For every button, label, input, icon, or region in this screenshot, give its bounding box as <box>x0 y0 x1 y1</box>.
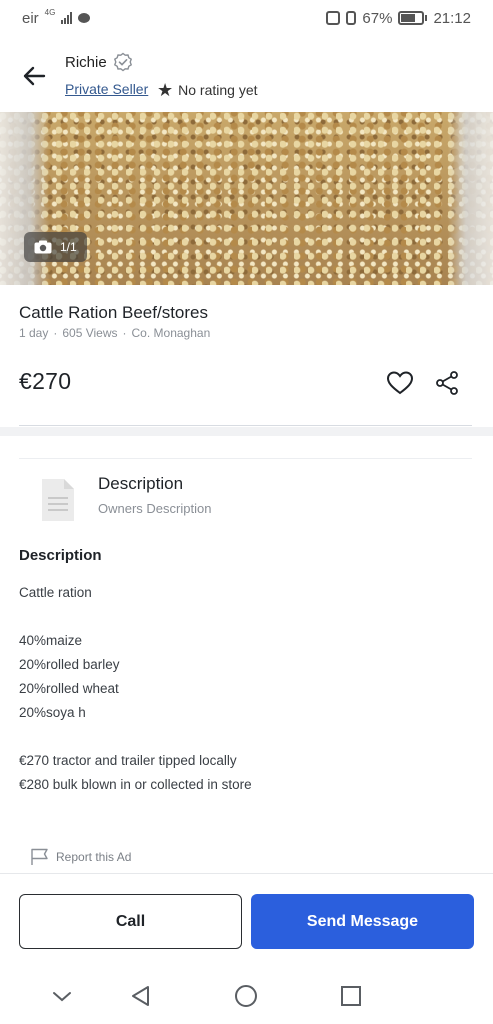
description-line: 40%maize <box>19 633 83 648</box>
description-blank-line <box>19 607 252 631</box>
description-card-subtitle: Owners Description <box>98 501 212 516</box>
seller-name-text: Richie <box>65 53 107 71</box>
rating-text: No rating yet <box>178 82 258 98</box>
flag-icon <box>31 848 48 865</box>
seller-rating: ★ No rating yet <box>157 81 258 99</box>
description-card-title: Description <box>98 474 184 493</box>
seller-type-link[interactable]: Private Seller <box>65 81 148 97</box>
report-ad-link[interactable]: Report this Ad <box>30 848 131 866</box>
section-separator <box>0 427 493 436</box>
call-button[interactable]: Call <box>19 894 242 949</box>
description-line: 20%soya h <box>19 705 86 720</box>
nav-back-icon[interactable] <box>129 984 153 1008</box>
meta-separator: · <box>53 326 58 340</box>
description-line: €280 bulk blown in or collected in store <box>19 777 252 792</box>
status-right: 67% 21:12 <box>326 10 471 27</box>
system-nav-bar <box>0 970 493 1024</box>
share-icon[interactable] <box>434 370 460 396</box>
network-label: 4G <box>44 7 56 17</box>
heart-icon[interactable] <box>386 370 414 396</box>
photo-bag-edge-right <box>448 112 493 285</box>
send-message-button[interactable]: Send Message <box>251 894 474 949</box>
status-left: eir 4G <box>22 7 91 27</box>
chat-notification-icon <box>78 13 91 23</box>
seller-header: Richie Private Seller ★ No rating yet <box>0 40 493 112</box>
meta-separator: · <box>122 326 127 340</box>
verified-icon <box>113 52 132 72</box>
clock: 21:12 <box>433 9 471 27</box>
description-line: Cattle ration <box>19 585 92 600</box>
star-icon: ★ <box>157 80 174 100</box>
listing-title: Cattle Ration Beef/stores <box>19 303 208 322</box>
description-heading: Description <box>19 547 102 564</box>
listing-views: 605 Views <box>62 326 118 340</box>
nfc-icon <box>326 11 341 25</box>
photo-counter-text: 1/1 <box>60 240 77 254</box>
battery-icon <box>398 11 428 25</box>
description-blank-line <box>19 727 252 751</box>
listing-meta: 1 day · 605 Views · Co. Monaghan <box>19 326 210 340</box>
listing-age: 1 day <box>19 326 49 340</box>
carrier-label: eir <box>22 9 39 27</box>
divider <box>19 458 472 459</box>
nav-down-icon[interactable] <box>50 984 74 1008</box>
description-line: 20%rolled barley <box>19 657 120 672</box>
report-ad-label: Report this Ad <box>56 850 132 864</box>
divider <box>19 425 472 426</box>
signal-icon <box>61 12 73 24</box>
description-line: €270 tractor and trailer tipped locally <box>19 753 237 768</box>
description-body: Cattle ration 40%maize 20%rolled barley … <box>19 583 252 799</box>
vibrate-icon <box>346 11 357 25</box>
description-line: 20%rolled wheat <box>19 681 119 696</box>
back-arrow-icon[interactable] <box>18 60 50 92</box>
divider <box>0 873 493 874</box>
battery-percent: 67% <box>362 9 393 27</box>
nav-recents-icon[interactable] <box>339 984 363 1008</box>
camera-icon <box>34 240 52 254</box>
seller-name[interactable]: Richie <box>65 52 133 72</box>
status-bar: eir 4G 67% 21:12 <box>0 0 493 36</box>
listing-location: Co. Monaghan <box>131 326 211 340</box>
photo-counter[interactable]: 1/1 <box>24 232 87 262</box>
listing-price: €270 <box>19 368 72 394</box>
nav-home-icon[interactable] <box>234 984 258 1008</box>
document-icon <box>42 479 74 521</box>
